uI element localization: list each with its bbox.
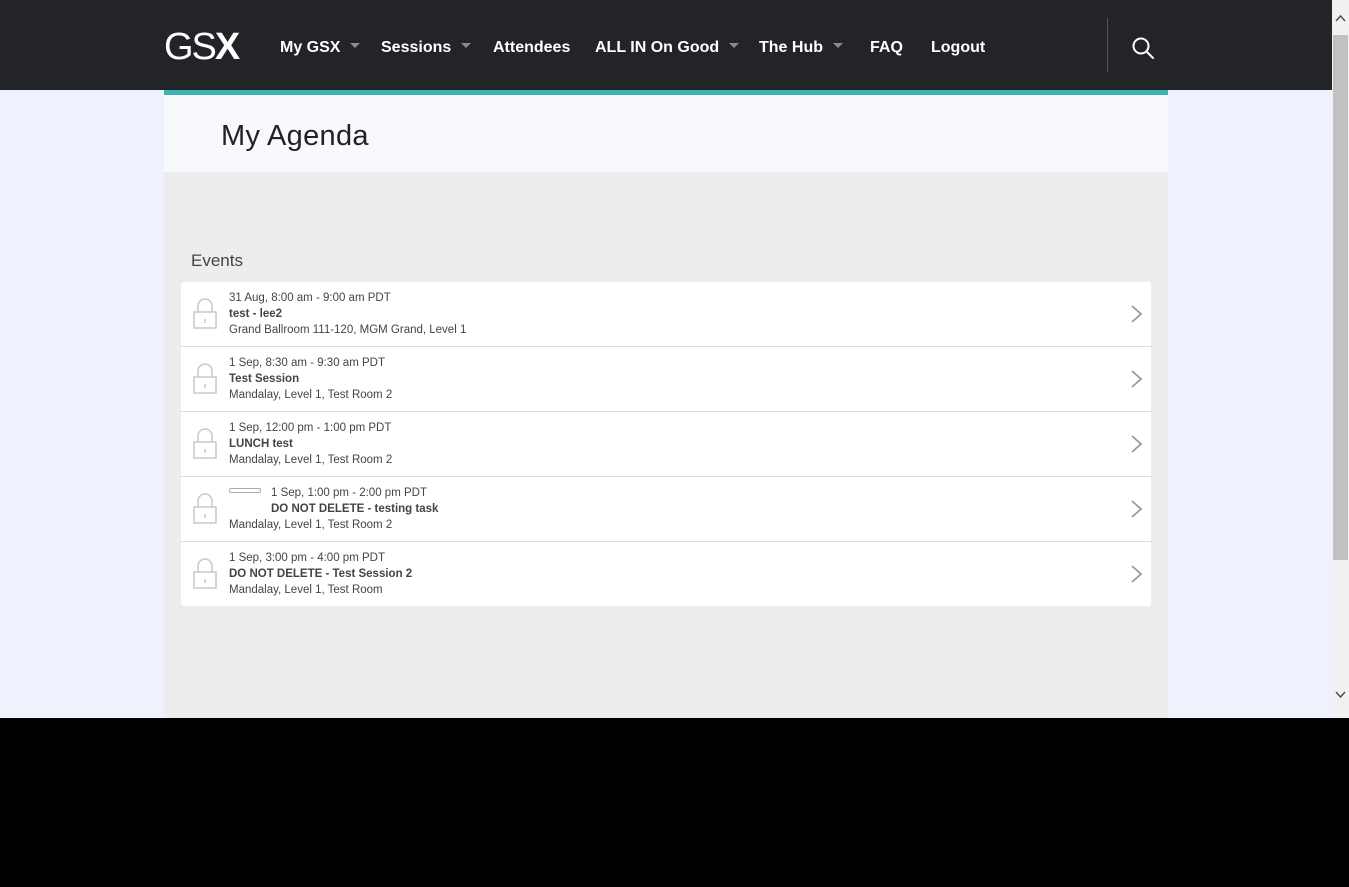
event-location: Mandalay, Level 1, Test Room	[229, 584, 383, 596]
chevron-down-icon	[729, 43, 740, 49]
chevron-right-icon	[1131, 500, 1143, 518]
event-location: Grand Ballroom 111-120, MGM Grand, Level…	[229, 324, 467, 336]
lock-icon	[193, 493, 217, 524]
event-location: Mandalay, Level 1, Test Room 2	[229, 454, 393, 466]
gsx-logo[interactable]: GSX	[164, 26, 240, 68]
event-details: 1 Sep, 8:30 am - 9:30 am PDT Test Sessio…	[229, 355, 392, 403]
top-navigation: GSX My GSX Sessions Attendees ALL IN On …	[0, 0, 1332, 90]
task-checkbox[interactable]	[229, 488, 261, 494]
lock-icon	[193, 298, 217, 329]
nav-attendees-label: Attendees	[493, 39, 571, 56]
nav-my-gsx-label: My GSX	[280, 39, 341, 56]
nav-sessions[interactable]: Sessions	[381, 38, 472, 58]
event-details: 1 Sep, 3:00 pm - 4:00 pm PDT DO NOT DELE…	[229, 550, 412, 598]
events-section-title: Events	[191, 251, 243, 270]
scrollbar-thumb[interactable]	[1333, 35, 1348, 560]
chevron-down-icon	[461, 43, 472, 49]
main-content: My Agenda Events 31 Aug, 8:00 am - 9:00 …	[164, 90, 1168, 718]
page-title: My Agenda	[221, 120, 369, 152]
scroll-down-icon[interactable]	[1335, 690, 1346, 699]
lock-icon	[193, 363, 217, 394]
chevron-down-icon	[833, 43, 843, 49]
chevron-right-icon	[1131, 305, 1143, 323]
nav-logout-label: Logout	[931, 39, 986, 56]
event-time-row: 1 Sep, 1:00 pm - 2:00 pm PDT	[229, 485, 438, 501]
nav-faq-label: FAQ	[870, 39, 903, 56]
nav-all-in-on-good-label: ALL IN On Good	[595, 39, 720, 56]
logo-x-text: X	[214, 26, 240, 68]
scroll-up-icon[interactable]	[1335, 14, 1346, 23]
chevron-right-icon	[1131, 370, 1143, 388]
event-details: 1 Sep, 1:00 pm - 2:00 pm PDT DO NOT DELE…	[229, 485, 438, 533]
nav-sessions-label: Sessions	[381, 39, 452, 56]
event-time: 31 Aug, 8:00 am - 9:00 am PDT	[229, 292, 391, 304]
event-details: 31 Aug, 8:00 am - 9:00 am PDT test - lee…	[229, 290, 466, 338]
chevron-right-icon	[1131, 435, 1143, 453]
event-time: 1 Sep, 12:00 pm - 1:00 pm PDT	[229, 422, 392, 434]
event-name: LUNCH test	[229, 438, 293, 450]
event-location: Mandalay, Level 1, Test Room 2	[229, 389, 393, 401]
event-time: 1 Sep, 3:00 pm - 4:00 pm PDT	[229, 552, 385, 564]
event-time: 1 Sep, 8:30 am - 9:30 am PDT	[229, 357, 385, 369]
event-item[interactable]: 1 Sep, 3:00 pm - 4:00 pm PDT DO NOT DELE…	[181, 542, 1151, 606]
nav-faq[interactable]: FAQ	[870, 38, 903, 58]
event-location: Mandalay, Level 1, Test Room 2	[229, 519, 393, 531]
event-name: DO NOT DELETE - testing task	[271, 503, 439, 515]
nav-all-in-on-good[interactable]: ALL IN On Good	[595, 38, 740, 58]
event-item[interactable]: 31 Aug, 8:00 am - 9:00 am PDT test - lee…	[181, 282, 1151, 347]
nav-the-hub-label: The Hub	[759, 39, 823, 56]
events-list: 31 Aug, 8:00 am - 9:00 am PDT test - lee…	[181, 282, 1151, 606]
browser-viewport: GSX My GSX Sessions Attendees ALL IN On …	[0, 0, 1332, 718]
logo-gs-text: GS	[164, 26, 217, 68]
nav-the-hub[interactable]: The Hub	[759, 38, 843, 58]
event-item[interactable]: 1 Sep, 1:00 pm - 2:00 pm PDT DO NOT DELE…	[181, 477, 1151, 542]
event-item[interactable]: 1 Sep, 12:00 pm - 1:00 pm PDT LUNCH test…	[181, 412, 1151, 477]
chevron-down-icon	[350, 43, 361, 49]
nav-divider	[1107, 18, 1108, 72]
chevron-right-icon	[1131, 565, 1143, 583]
search-button[interactable]	[1130, 35, 1156, 61]
lock-icon	[193, 558, 217, 589]
search-icon	[1132, 37, 1154, 59]
title-band: My Agenda	[164, 95, 1168, 172]
nav-my-gsx[interactable]: My GSX	[280, 38, 361, 58]
vertical-scrollbar[interactable]	[1332, 0, 1349, 718]
nav-logout[interactable]: Logout	[931, 38, 985, 58]
event-item[interactable]: 1 Sep, 8:30 am - 9:30 am PDT Test Sessio…	[181, 347, 1151, 412]
event-time: 1 Sep, 1:00 pm - 2:00 pm PDT	[271, 487, 427, 499]
event-name: Test Session	[229, 373, 300, 385]
lock-icon	[193, 428, 217, 459]
event-name: DO NOT DELETE - Test Session 2	[229, 568, 413, 580]
event-name: test - lee2	[229, 308, 283, 320]
event-details: 1 Sep, 12:00 pm - 1:00 pm PDT LUNCH test…	[229, 420, 392, 468]
nav-attendees[interactable]: Attendees	[493, 38, 570, 58]
